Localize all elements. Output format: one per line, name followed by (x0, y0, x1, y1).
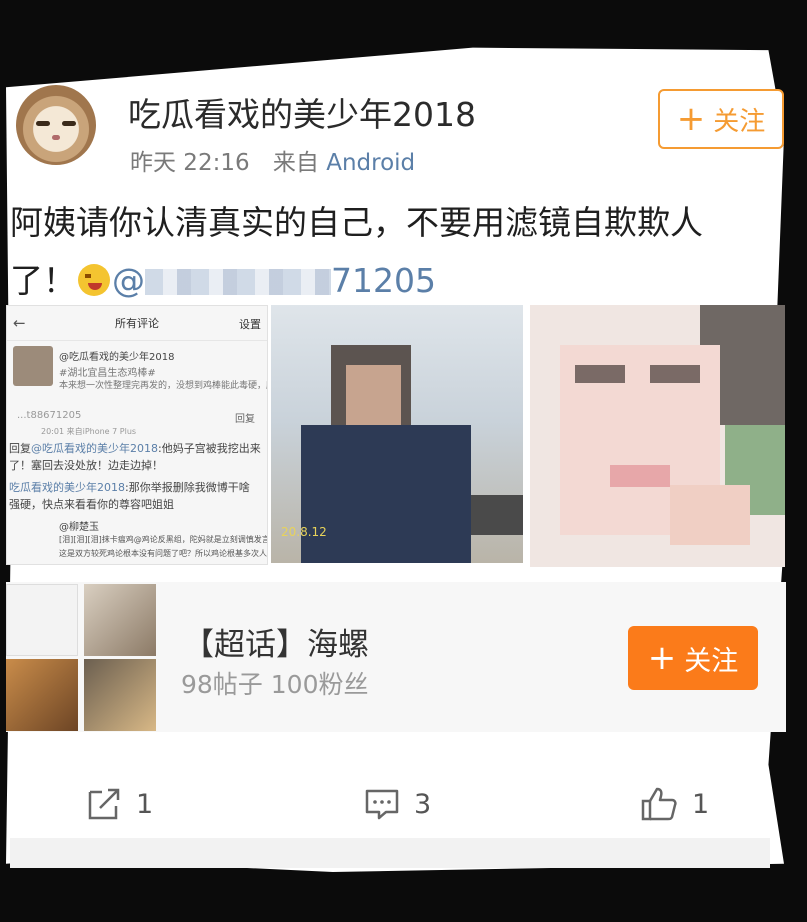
card-bottom-strip (10, 838, 770, 868)
screenshot-header: ← 所有评论 设置 (7, 306, 267, 341)
post-text-line-2: 了！ @71205 (10, 252, 770, 310)
back-arrow-icon: ← (13, 314, 26, 332)
post-image-2[interactable]: 20.8.12 (271, 305, 523, 563)
comment-icon (365, 789, 399, 820)
screenshot-line: @吃瓜看戏的美少年2018 (59, 352, 175, 363)
avatar[interactable] (16, 85, 96, 165)
topic-thumb (84, 584, 156, 656)
screenshot-avatar (13, 346, 53, 386)
mention-suffix: 71205 (331, 261, 436, 300)
avatar-eye (62, 121, 76, 126)
mention-mosaic (145, 269, 331, 295)
follow-topic-label: 关注 (684, 645, 739, 677)
share-count: 1 (136, 788, 154, 820)
topic-thumb (84, 659, 156, 731)
like-button[interactable]: 1 (640, 782, 709, 826)
pixel-hand (670, 485, 750, 545)
post-image-3[interactable] (530, 305, 785, 567)
source-prefix: 来自 (272, 150, 319, 176)
post-text-line-1: 阿姨请你认清真实的自己，不要用滤镜自欺欺人 (10, 203, 703, 242)
screenshot-line: 这是双方较死鸡论根本没有问题了吧？所以鸡论根基多次人， (59, 549, 268, 558)
screenshot-line: 强硬，快点来看看你的尊容吧姐姐 (9, 498, 174, 511)
username[interactable]: 吃瓜看戏的美少年2018 (128, 88, 476, 136)
topic-title[interactable]: 【超话】海螺 (183, 619, 369, 664)
screenshot-line: 20:01 来自iPhone 7 Plus (41, 427, 137, 436)
pixel-face (346, 365, 401, 425)
screenshot-title: 所有评论 (115, 317, 159, 330)
topic-stats: 98帖子 100粉丝 (181, 670, 369, 699)
avatar-eye (36, 121, 50, 126)
screenshot-reply: 回复 (9, 442, 31, 455)
pixel-eye (575, 365, 625, 383)
like-count: 1 (692, 788, 710, 820)
like-icon (641, 787, 677, 821)
topic-thumb (6, 659, 78, 731)
avatar-nose (52, 135, 60, 140)
mention-link[interactable]: @71205 (112, 261, 436, 300)
share-icon (88, 788, 120, 820)
screenshot-mention: 吃瓜看戏的美少年2018 (9, 481, 125, 494)
post-image-1[interactable]: ← 所有评论 设置 @吃瓜看戏的美少年2018 #湖北宜昌生态鸡棒# 本来想一次… (6, 305, 268, 565)
screenshot-settings: 设置 (239, 318, 261, 331)
plus-icon: + (676, 99, 706, 139)
screenshot-line: ...t88671205 (17, 410, 82, 421)
topic-thumb (6, 584, 78, 656)
comment-button[interactable]: 3 (364, 782, 431, 826)
screenshot-mention: @吃瓜看戏的美少年2018 (31, 442, 158, 455)
screenshot-line: 了！塞回去没处放！边走边掉！ (9, 459, 163, 472)
screenshot-line: 本来想一次性整理完再发的，没想到鸡棒能此毒硬，所以先 (59, 381, 267, 391)
screenshot-line: @柳楚玉 (59, 522, 99, 533)
screenshot-text: :他妈子宫被我挖出来 (158, 442, 261, 455)
mention-at: @ (112, 261, 145, 300)
screenshot-line: [泪][泪][泪]抹卡瘟鸡@鸡论反黑组，陀妈就是立刻调慎发言， (59, 535, 268, 544)
post-time: 昨天 22:16 (130, 150, 250, 176)
share-button[interactable]: 1 (86, 782, 153, 826)
screenshot-line: #湖北宜昌生态鸡棒# (59, 368, 156, 379)
plus-icon: + (647, 638, 677, 678)
pixel-eye (650, 365, 700, 383)
screenshot-line: 吃瓜看戏的美少年2018:那你举报删除我微博干啥 (9, 479, 250, 495)
screenshot-text: :那你举报删除我微博干啥 (125, 481, 250, 494)
post-text-prefix: 了！ (10, 261, 76, 300)
pixel-coat (301, 425, 471, 563)
screenshot-line: 回复 (235, 414, 255, 425)
source-app: Android (326, 150, 416, 176)
post-meta: 昨天 22:16 来自 Android (130, 143, 415, 177)
follow-user-button[interactable]: + 关注 (658, 89, 784, 149)
pixel-railing (471, 495, 523, 535)
pixel-lips (610, 465, 670, 487)
follow-label: 关注 (713, 106, 766, 137)
screenshot-line: 回复@吃瓜看戏的美少年2018:他妈子宫被我挖出来 (9, 440, 261, 456)
photo-stamp: 20.8.12 (281, 525, 327, 539)
post-text: 阿姨请你认清真实的自己，不要用滤镜自欺欺人 了！ @71205 (10, 194, 770, 310)
comment-count: 3 (414, 788, 432, 820)
angry-emoji-icon (78, 264, 110, 296)
follow-topic-button[interactable]: + 关注 (628, 626, 758, 690)
